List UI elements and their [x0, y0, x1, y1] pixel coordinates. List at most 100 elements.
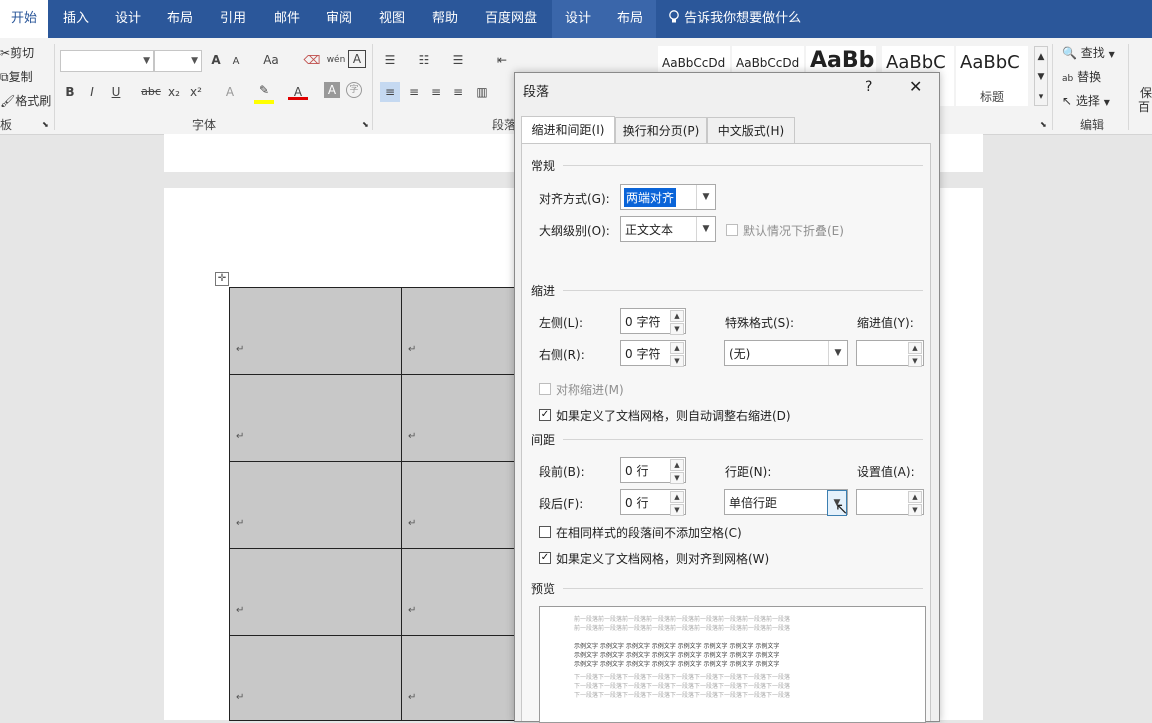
outline-level-select[interactable]: 正文文本 ▼ — [620, 216, 716, 242]
table-cell[interactable]: ↵ — [401, 374, 516, 462]
char-shading-button[interactable]: A — [324, 82, 340, 98]
distributed-icon[interactable]: ▥ — [472, 82, 492, 102]
line-spacing-at-label: 设置值(A): — [857, 465, 915, 479]
tab-home[interactable]: 开始 — [0, 0, 48, 38]
spin-buttons[interactable]: ▲ ▼ — [670, 342, 684, 367]
italic-button[interactable]: I — [82, 82, 102, 102]
line-spacing-at-spinner[interactable]: ▲ ▼ — [856, 489, 924, 516]
grow-font-button[interactable]: A — [206, 50, 226, 70]
tab-view[interactable]: 视图 — [366, 0, 418, 38]
table-cell[interactable]: ↵ — [229, 287, 402, 375]
tab-table-design[interactable]: 设计 — [552, 0, 604, 38]
tab-layout[interactable]: 布局 — [156, 0, 204, 38]
justify-icon[interactable]: ≡ — [448, 82, 468, 102]
font-name-combo[interactable]: ▼ — [60, 50, 154, 72]
tell-me-box[interactable]: 告诉我你想要做什么 — [668, 0, 801, 38]
text-effects-button[interactable]: A — [220, 82, 240, 102]
editing-group-label: 编辑 — [1080, 118, 1105, 132]
table-cell[interactable]: ↵ — [401, 548, 516, 636]
spin-buttons[interactable]: ▲ ▼ — [908, 491, 922, 516]
table-cell[interactable]: ↵ — [401, 461, 516, 549]
tab-references[interactable]: 引用 — [208, 0, 258, 38]
decrease-indent-icon[interactable]: ⇤ — [492, 50, 512, 70]
align-right-icon[interactable]: ≡ — [426, 82, 446, 102]
styles-scroll-icon[interactable]: ▲ ▼ ▾ — [1034, 46, 1048, 106]
right-indent-spinner[interactable]: 0 字符 ▲ ▼ — [620, 340, 686, 367]
tab-line-page-breaks[interactable]: 换行和分页(P) — [615, 117, 707, 143]
paragraph-mark: ↵ — [236, 605, 245, 616]
highlight-pen-icon[interactable]: ✎ — [254, 80, 274, 100]
bullets-icon[interactable]: ☰ — [380, 50, 400, 70]
replace-button[interactable]: ab 替换 — [1062, 68, 1101, 85]
collapse-checkbox[interactable] — [726, 224, 738, 236]
auto-adjust-checkbox[interactable]: ✓ — [539, 409, 551, 421]
spin-buttons[interactable]: ▲ ▼ — [670, 491, 684, 516]
special-select[interactable]: (无) ▼ — [724, 340, 848, 366]
arrow-down-icon: ▼ — [670, 355, 684, 367]
align-left-icon[interactable]: ≡ — [380, 82, 400, 102]
alignment-select[interactable]: 两端对齐 ▼ — [620, 184, 716, 210]
cut-button[interactable]: ✂剪切 — [0, 44, 34, 61]
spin-buttons[interactable]: ▲ ▼ — [908, 342, 922, 367]
enclose-char-icon[interactable]: 字 — [346, 82, 362, 98]
select-button[interactable]: ↖ 选择 ▼ — [1062, 92, 1110, 109]
underline-button[interactable]: U — [106, 82, 126, 102]
tab-baidu-netdisk[interactable]: 百度网盘 — [476, 0, 546, 38]
align-center-icon[interactable]: ≡ — [404, 82, 424, 102]
subscript-button[interactable]: x₂ — [164, 82, 184, 102]
shrink-font-button[interactable]: A — [226, 52, 246, 72]
tab-indents-spacing[interactable]: 缩进和间距(I) — [521, 116, 615, 144]
dialog-launcher-icon[interactable]: ⬊ — [1040, 120, 1047, 129]
table-cell[interactable]: ↵ — [401, 287, 516, 375]
font-size-combo[interactable]: ▼ — [154, 50, 202, 72]
paragraph-mark: ↵ — [408, 518, 417, 529]
style-title[interactable]: AaBbC 标题 — [956, 46, 1028, 106]
dialog-launcher-icon[interactable]: ⬊ — [362, 120, 369, 129]
left-indent-label: 左侧(L): — [539, 316, 584, 330]
preview-sample-text-2: 示例文字 示例文字 示例文字 示例文字 示例文字 示例文字 示例文字 示例文字 — [574, 652, 780, 659]
tab-review[interactable]: 审阅 — [314, 0, 364, 38]
tab-design[interactable]: 设计 — [104, 0, 152, 38]
snap-to-grid-checkbox[interactable]: ✓ — [539, 552, 551, 564]
table-cell[interactable]: ↵ — [401, 635, 516, 721]
help-button[interactable]: ? — [865, 79, 872, 95]
indent-by-spinner[interactable]: ▲ ▼ — [856, 340, 924, 367]
space-before-spinner[interactable]: 0 行 ▲ ▼ — [620, 457, 686, 484]
table-cell[interactable]: ↵ — [229, 635, 402, 721]
strikethrough-button[interactable]: abc — [140, 82, 162, 102]
line-spacing-select[interactable]: 单倍行距 ▼ — [724, 489, 848, 516]
spin-buttons[interactable]: ▲ ▼ — [670, 459, 684, 484]
divider — [372, 44, 373, 130]
mirror-indents-checkbox[interactable] — [539, 383, 551, 395]
numbering-icon[interactable]: ☷ — [414, 50, 434, 70]
dialog-launcher-icon[interactable]: ⬊ — [42, 120, 49, 129]
tab-table-layout[interactable]: 布局 — [604, 0, 656, 38]
copy-button[interactable]: ⧉复制 — [0, 68, 33, 85]
no-space-checkbox[interactable] — [539, 526, 551, 538]
font-color-button[interactable]: A — [288, 82, 308, 100]
close-button[interactable]: ✕ — [909, 77, 922, 96]
table-cell[interactable]: ↵ — [229, 374, 402, 462]
superscript-button[interactable]: x² — [186, 82, 206, 102]
tab-mailings[interactable]: 邮件 — [262, 0, 312, 38]
char-border-button[interactable]: A — [348, 50, 366, 68]
paragraph-group-label: 段落 — [492, 118, 517, 132]
tab-help[interactable]: 帮助 — [420, 0, 470, 38]
table-move-handle-icon[interactable]: ✛ — [215, 272, 229, 286]
find-button[interactable]: 🔍 查找 ▼ — [1062, 44, 1115, 61]
clear-format-icon[interactable]: ⌫ — [302, 50, 322, 70]
multilevel-list-icon[interactable]: ☰ — [448, 50, 468, 70]
table-cell[interactable]: ↵ — [229, 548, 402, 636]
change-case-button[interactable]: Aa — [258, 50, 284, 70]
tab-insert[interactable]: 插入 — [52, 0, 100, 38]
tab-asian-typography[interactable]: 中文版式(H) — [707, 117, 795, 143]
left-indent-spinner[interactable]: 0 字符 ▲ ▼ — [620, 308, 686, 335]
copy-icon: ⧉ — [0, 70, 9, 84]
table-cell[interactable]: ↵ — [229, 461, 402, 549]
baidu-save-label-2[interactable]: 百 — [1138, 98, 1150, 115]
format-painter-button[interactable]: 🖌格式刷 — [0, 92, 51, 109]
spin-buttons[interactable]: ▲ ▼ — [670, 310, 684, 335]
space-after-spinner[interactable]: 0 行 ▲ ▼ — [620, 489, 686, 516]
phonetic-guide-button[interactable]: wén — [326, 50, 346, 70]
bold-button[interactable]: B — [60, 82, 80, 102]
